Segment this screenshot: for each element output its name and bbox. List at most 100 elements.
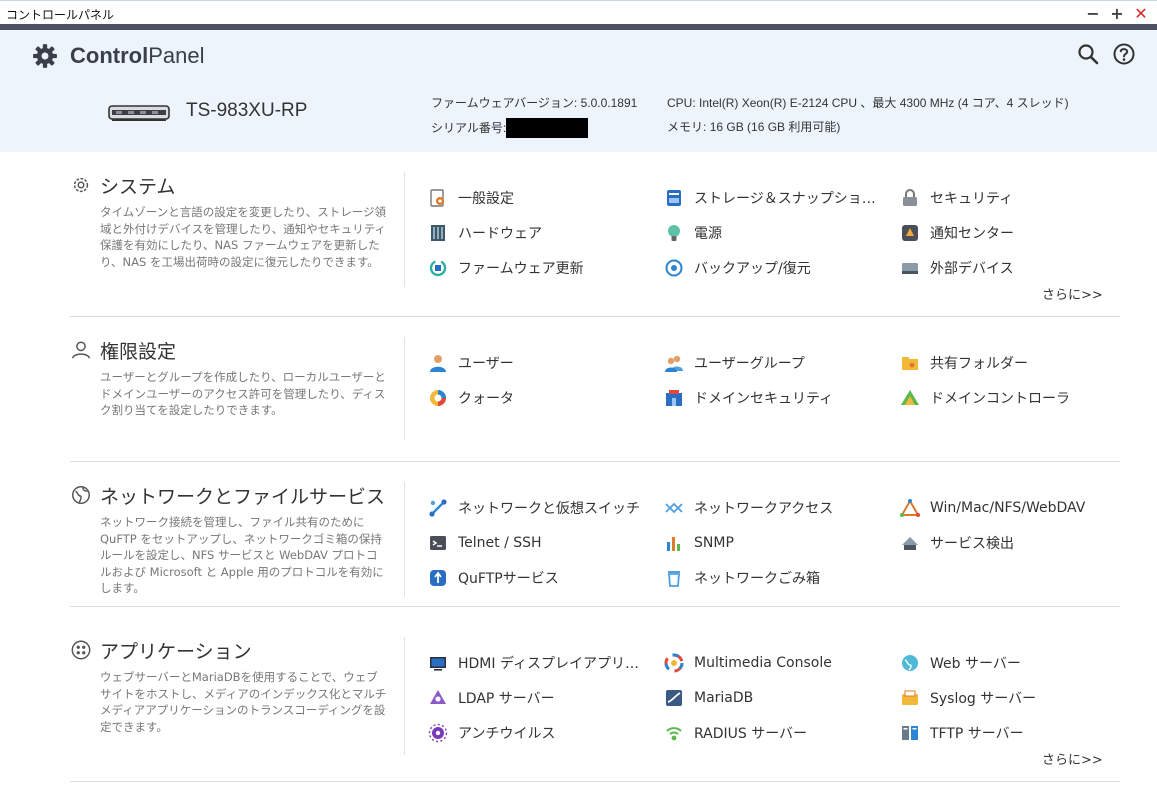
window-title: コントロールパネル xyxy=(6,8,115,22)
divider xyxy=(70,606,1120,607)
quftp-icon xyxy=(430,570,446,586)
more-link[interactable]: さらに>> xyxy=(1042,284,1103,303)
syslog-icon xyxy=(902,690,918,705)
cpu-info: CPU: Intel(R) Xeon(R) E-2124 CPU 、最大 430… xyxy=(667,96,1069,110)
control-panel-header: ControlPanel TS-983XU-RP ファームウェアバージョン: 5… xyxy=(0,30,1157,152)
folder-icon xyxy=(902,357,918,370)
divider xyxy=(70,781,1120,782)
tftp-icon xyxy=(902,726,918,740)
item-user-groups[interactable]: ユーザーグループ xyxy=(664,352,805,374)
brand-name: ControlPanel xyxy=(70,43,205,68)
item-win-mac-nfs-webdav[interactable]: Win/Mac/NFS/WebDAV xyxy=(900,497,1085,519)
close-button[interactable]: ✕ xyxy=(1131,4,1151,24)
item-power[interactable]: 電源 xyxy=(664,222,722,244)
section-description: ウェブサーバーとMariaDBを使用することで、ウェブサイトをホストし、メディア… xyxy=(100,670,387,734)
item-syslog-server[interactable]: Syslog サーバー xyxy=(900,687,1036,709)
item-telnet-ssh[interactable]: Telnet / SSH xyxy=(428,532,542,554)
antivirus-icon xyxy=(428,723,448,743)
item-general-settings[interactable]: 一般設定 xyxy=(428,187,514,209)
item-tftp-server[interactable]: TFTP サーバー xyxy=(900,722,1024,744)
monitor-icon xyxy=(430,657,446,671)
item-network-access[interactable]: ネットワークアクセス xyxy=(664,497,833,519)
item-storage-snapshots[interactable]: ストレージ＆スナップショット xyxy=(664,187,884,209)
external-drive-icon xyxy=(902,263,918,274)
user-group-icon xyxy=(665,355,683,372)
section-system: システム タイムゾーンと言語の設定を変更したり、ストレージ領域と外付けデバイスを… xyxy=(70,172,1120,312)
item-shared-folders[interactable]: 共有フォルダー xyxy=(900,352,1028,374)
item-network-recycle-bin[interactable]: ネットワークごみ箱 xyxy=(664,567,820,589)
divider xyxy=(404,482,405,597)
device-model: TS-983XU-RP xyxy=(186,100,308,121)
ldap-icon xyxy=(430,690,446,704)
section-applications: アプリケーション ウェブサーバーとMariaDBを使用することで、ウェブサイトを… xyxy=(70,637,1120,777)
firmware-info: ファームウェアバージョン: 5.0.0.1891 xyxy=(431,96,638,110)
bar-chart-icon xyxy=(667,537,680,551)
section-description: ネットワーク接続を管理し、ファイル共有のために QuFTP をセットアップし、ネ… xyxy=(100,515,384,595)
notification-icon xyxy=(902,225,918,241)
network-switch-icon xyxy=(429,499,447,517)
protocol-triangle-icon xyxy=(900,498,920,517)
radius-icon xyxy=(666,727,682,741)
divider xyxy=(70,461,1120,462)
user-icon xyxy=(430,355,446,372)
item-network-virtual-switch[interactable]: ネットワークと仮想スイッチ xyxy=(428,497,640,519)
quota-pie-icon xyxy=(430,390,446,406)
bulb-icon xyxy=(668,225,680,241)
user-outline-icon xyxy=(72,341,90,359)
item-domain-security[interactable]: ドメインセキュリティ xyxy=(664,387,833,409)
item-hdmi-display-app[interactable]: HDMI ディスプレイアプリケーション xyxy=(428,652,648,674)
divider xyxy=(404,637,405,755)
lock-icon xyxy=(903,189,917,206)
item-web-server[interactable]: Web サーバー xyxy=(900,652,1021,674)
item-mariadb[interactable]: MariaDB xyxy=(664,687,753,709)
minimize-button[interactable]: − xyxy=(1083,4,1103,24)
settings-doc-icon xyxy=(430,189,444,207)
serial-info: シリアル番号: xyxy=(431,118,589,138)
section-privilege: 権限設定 ユーザーとグループを作成したり、ローカルユーザーとドメインユーザーのア… xyxy=(70,337,1120,447)
multimedia-icon xyxy=(664,653,684,673)
section-title: 権限設定 xyxy=(100,340,177,363)
section-description: タイムゾーンと言語の設定を変更したり、ストレージ領域と外付けデバイスを管理したり… xyxy=(100,205,387,269)
item-service-discovery[interactable]: サービス検出 xyxy=(900,532,1014,554)
item-external-device[interactable]: 外部デバイス xyxy=(900,257,1014,279)
domain-security-icon xyxy=(666,390,682,406)
divider xyxy=(404,337,405,440)
item-domain-controller[interactable]: ドメインコントローラ xyxy=(900,387,1070,409)
item-multimedia-console[interactable]: Multimedia Console xyxy=(664,652,832,674)
item-radius-server[interactable]: RADIUS サーバー xyxy=(664,722,807,744)
item-hardware[interactable]: ハードウェア xyxy=(428,222,542,244)
memory-info: メモリ: 16 GB (16 GB 利用可能) xyxy=(667,120,841,134)
firmware-update-icon xyxy=(429,259,447,277)
item-security[interactable]: セキュリティ xyxy=(900,187,1013,209)
serial-redacted xyxy=(506,118,589,138)
apps-grid-icon xyxy=(71,640,91,660)
divider xyxy=(404,172,405,287)
help-icon[interactable] xyxy=(1112,42,1136,66)
item-backup-restore[interactable]: バックアップ/復元 xyxy=(664,257,811,279)
item-firmware-update[interactable]: ファームウェア更新 xyxy=(428,257,584,279)
trash-icon xyxy=(668,571,680,587)
hardware-icon xyxy=(431,225,445,241)
section-title: ネットワークとファイルサービス xyxy=(100,485,385,508)
terminal-icon xyxy=(430,536,446,550)
gear-icon xyxy=(33,44,57,68)
divider xyxy=(70,316,1120,317)
item-quota[interactable]: クォータ xyxy=(428,387,514,409)
section-network: ネットワークとファイルサービス ネットワーク接続を管理し、ファイル共有のために … xyxy=(70,482,1120,597)
item-notification-center[interactable]: 通知センター xyxy=(900,222,1014,244)
storage-icon xyxy=(667,190,681,206)
nas-device-icon xyxy=(108,105,170,121)
item-users[interactable]: ユーザー xyxy=(428,352,514,374)
section-title: アプリケーション xyxy=(100,640,252,663)
item-antivirus[interactable]: アンチウイルス xyxy=(428,722,555,744)
brand: ControlPanel xyxy=(32,42,204,70)
search-icon[interactable] xyxy=(1076,42,1100,66)
item-quftp-service[interactable]: QuFTPサービス xyxy=(428,567,559,589)
section-description: ユーザーとグループを作成したり、ローカルユーザーとドメインユーザーのアクセス許可… xyxy=(100,370,386,417)
network-access-icon xyxy=(665,502,683,514)
globe-icon xyxy=(72,486,90,504)
maximize-button[interactable]: + xyxy=(1107,4,1127,24)
more-link[interactable]: さらに>> xyxy=(1042,749,1103,768)
item-snmp[interactable]: SNMP xyxy=(664,532,734,554)
item-ldap-server[interactable]: LDAP サーバー xyxy=(428,687,555,709)
